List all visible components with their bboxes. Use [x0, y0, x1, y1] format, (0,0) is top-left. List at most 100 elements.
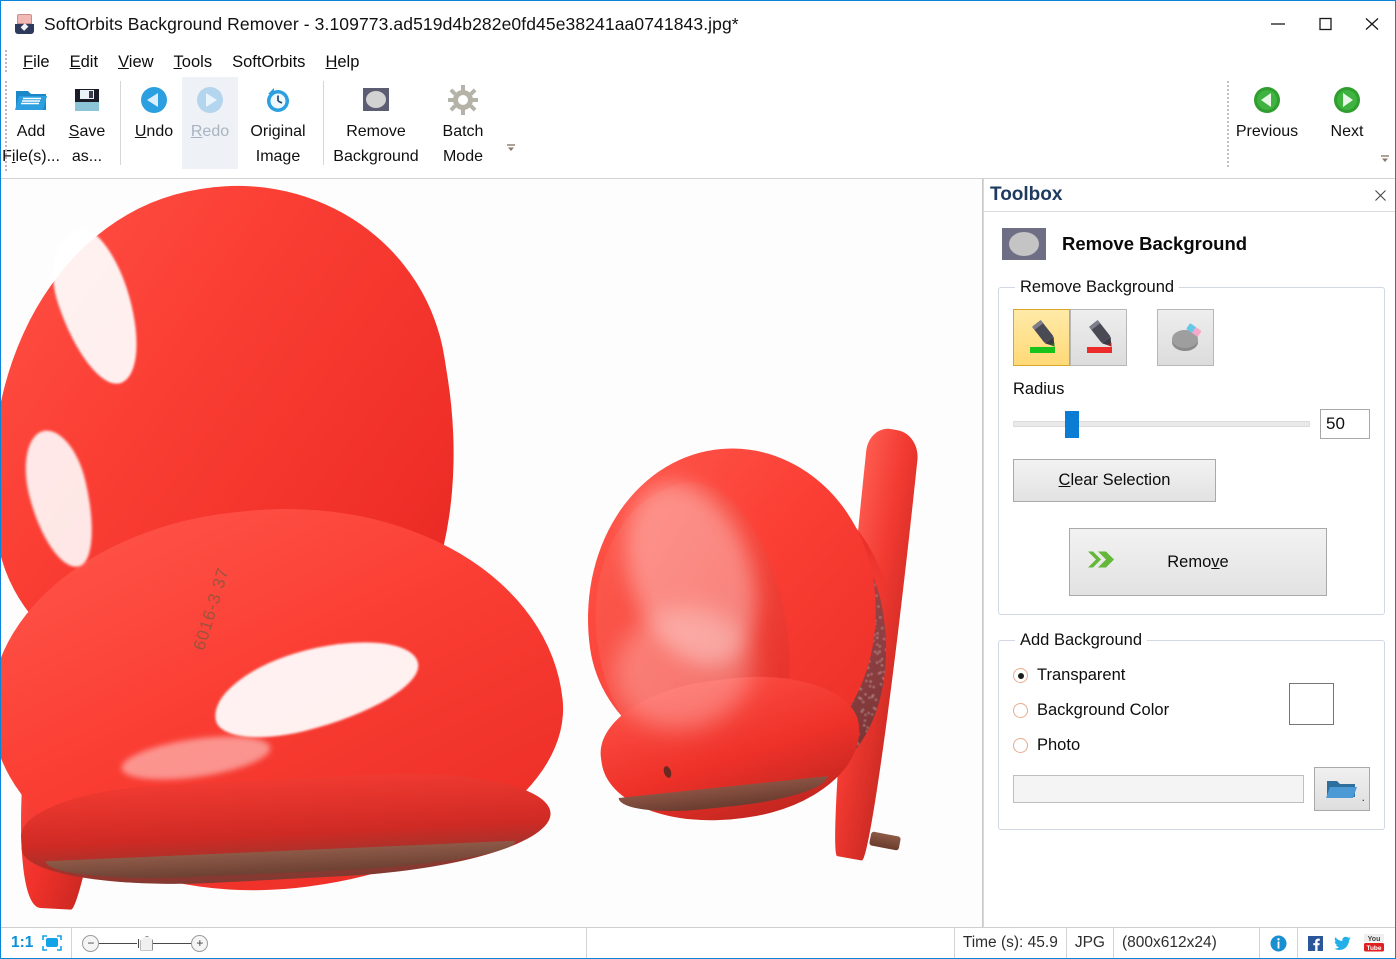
svg-text:You: You [1368, 936, 1381, 943]
green-double-arrow-icon [1086, 546, 1122, 579]
add-files-button[interactable]: AddFile(s)... [3, 77, 59, 170]
remove-background-group-legend: Remove Background [1015, 278, 1179, 297]
toolbox-header: Toolbox [984, 179, 1395, 211]
toolbox-title: Toolbox [988, 184, 1062, 206]
batch-mode-button[interactable]: BatchMode [423, 77, 503, 170]
zoom-out-icon[interactable]: − [82, 935, 99, 952]
info-icon[interactable] [1270, 935, 1287, 952]
radius-value-input[interactable]: 50 [1320, 409, 1370, 439]
radius-slider-row: 50 [1013, 409, 1370, 439]
main-toolbar: AddFile(s)... Saveas... [1, 77, 1395, 179]
toolbar-group-history: Undo Redo [124, 77, 320, 172]
zoom-slider[interactable]: − + [72, 928, 586, 958]
eraser-icon [1166, 318, 1206, 358]
fit-to-window-icon[interactable] [41, 935, 63, 951]
zoom-ratio-cell[interactable]: 1:1 [1, 928, 72, 958]
radio-photo-label: Photo [1037, 736, 1080, 755]
previous-button[interactable]: Previous [1227, 77, 1307, 169]
facebook-icon[interactable] [1308, 936, 1323, 951]
zoom-ratio-label: 1:1 [11, 934, 33, 952]
youtube-icon[interactable]: You Tube [1363, 934, 1385, 952]
radius-slider[interactable] [1013, 411, 1310, 437]
status-info-cell [1260, 928, 1298, 958]
zoom-track-left [99, 943, 137, 944]
toolbar-group-navigation: Previous Next [1227, 77, 1395, 172]
zoom-center-tick [138, 939, 139, 948]
toolbox-panel: Toolbox Remove Background Remove Backgro… [983, 179, 1395, 927]
menu-item-help[interactable]: Help [315, 53, 369, 72]
red-marker-icon [1079, 318, 1119, 358]
window-controls [1254, 1, 1395, 47]
radio-background-color-label: Background Color [1037, 701, 1169, 720]
batch-mode-label: BatchMode [443, 120, 484, 170]
add-background-group: Add Background Transparent Background Co… [998, 631, 1385, 830]
maximize-button[interactable] [1301, 1, 1348, 47]
remove-background-button[interactable]: RemoveBackground [329, 77, 423, 170]
menu-item-file[interactable]: File [13, 53, 60, 72]
minimize-button[interactable] [1254, 1, 1301, 47]
redo-button[interactable]: Redo [182, 77, 238, 169]
radio-row-photo[interactable]: Photo [1013, 736, 1370, 755]
remove-button[interactable]: Remove [1069, 528, 1327, 596]
radius-slider-track [1013, 421, 1310, 427]
toolbar-separator-2 [323, 81, 324, 165]
zoom-in-icon[interactable]: + [191, 935, 208, 952]
zoom-slider-thumb[interactable] [140, 936, 153, 951]
toolbox-close-icon[interactable] [1369, 184, 1391, 206]
add-background-group-legend: Add Background [1015, 631, 1147, 650]
undo-label: Undo [135, 120, 173, 145]
twitter-icon[interactable] [1334, 936, 1352, 951]
photo-path-input[interactable] [1013, 775, 1304, 803]
toolbar-separator-1 [120, 81, 121, 165]
save-as-label: Saveas... [69, 120, 105, 170]
radio-transparent[interactable] [1013, 668, 1028, 683]
selection-tool-buttons [1013, 309, 1370, 366]
status-dimensions: (800x612x24) [1114, 928, 1260, 958]
title-bar: SoftOrbits Background Remover - 3.109773… [1, 1, 1395, 47]
menu-item-tools[interactable]: Tools [164, 53, 223, 72]
app-logo-icon [15, 14, 35, 34]
window-title: SoftOrbits Background Remover - 3.109773… [44, 14, 739, 35]
menu-item-softorbits[interactable]: SoftOrbits [222, 53, 315, 72]
save-as-button[interactable]: Saveas... [59, 77, 115, 170]
browse-photo-button[interactable]: . [1314, 767, 1370, 811]
red-marker-tool-button[interactable] [1070, 309, 1127, 366]
zoom-track-right [153, 943, 191, 944]
status-bar: 1:1 − + Time (s): 45.9 JPG (800x61 [1, 927, 1395, 958]
green-left-arrow-icon [1248, 83, 1286, 117]
radius-slider-thumb[interactable] [1065, 411, 1079, 438]
menu-item-edit[interactable]: Edit [60, 53, 108, 72]
application-window: SoftOrbits Background Remover - 3.109773… [0, 0, 1396, 959]
add-files-label: AddFile(s)... [2, 120, 60, 170]
clock-history-icon [259, 83, 297, 117]
radio-background-color[interactable] [1013, 703, 1028, 718]
open-folder-icon [1325, 776, 1359, 802]
status-spacer [587, 928, 955, 958]
radio-row-background-color[interactable]: Background Color [1013, 701, 1370, 720]
gear-icon [444, 83, 482, 117]
image-canvas[interactable]: 6016-3 37 [1, 179, 983, 927]
toolbar-nav-overflow-chevron[interactable] [1379, 154, 1391, 164]
radio-photo[interactable] [1013, 738, 1028, 753]
remove-button-label: Remove [1167, 553, 1228, 572]
toolbar-group-actions: RemoveBackground [327, 77, 519, 172]
toolbox-body: Remove Background Remove Background [984, 211, 1395, 927]
eraser-tool-button[interactable] [1157, 309, 1214, 366]
tool-header: Remove Background [1002, 228, 1385, 260]
clear-selection-label: Clear Selection [1059, 471, 1171, 490]
original-image-button[interactable]: OriginalImage [238, 77, 318, 170]
next-button[interactable]: Next [1307, 77, 1387, 169]
green-marker-tool-button[interactable] [1013, 309, 1070, 366]
clear-selection-button[interactable]: Clear Selection [1013, 459, 1216, 502]
toolbar-overflow-chevron[interactable] [505, 143, 517, 153]
undo-button[interactable]: Undo [126, 77, 182, 169]
toolbar-group-file: AddFile(s)... Saveas... [1, 77, 117, 172]
original-image-label: OriginalImage [250, 120, 305, 170]
close-button[interactable] [1348, 1, 1395, 47]
menu-item-view[interactable]: View [108, 53, 163, 72]
background-color-swatch[interactable] [1289, 683, 1334, 725]
redo-arrow-icon [191, 83, 229, 117]
next-label: Next [1331, 120, 1364, 145]
remove-background-group: Remove Background [998, 278, 1385, 615]
main-area: 6016-3 37 Toolbox [1, 179, 1395, 927]
